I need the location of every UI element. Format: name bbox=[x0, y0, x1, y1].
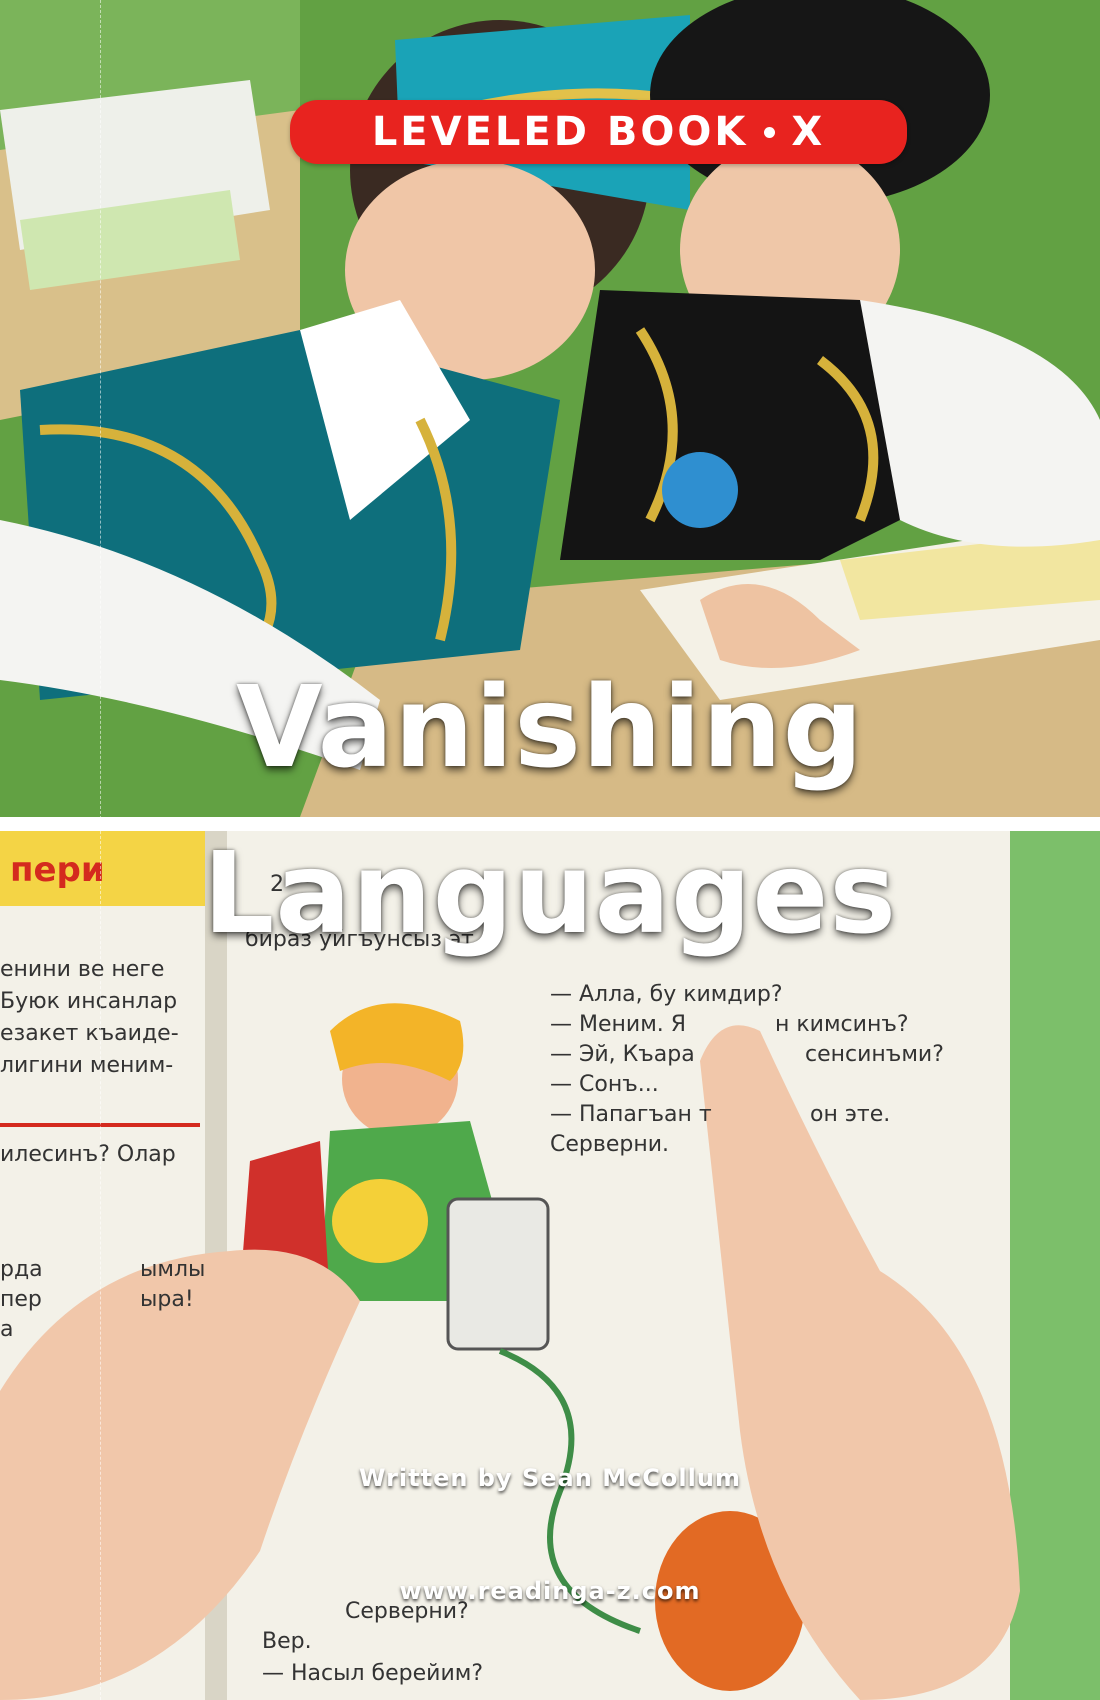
bottom-page-line: — Насыл берейим? bbox=[262, 1661, 483, 1686]
left-page-line: рда bbox=[0, 1257, 43, 1282]
book-cover: пери енини ве неге Буюк инсанлар езакет … bbox=[0, 0, 1100, 1700]
dialogue-line: — Эй, Къара bbox=[550, 1042, 695, 1067]
bottom-page-line: Вер. bbox=[262, 1629, 312, 1654]
dialogue-line: — Алла, бу кимдир? bbox=[550, 982, 783, 1007]
textbook-text-layer: пери енини ве неге Буюк инсанлар езакет … bbox=[0, 850, 944, 1686]
dialogue-line: н кимсинъ? bbox=[775, 1012, 909, 1037]
left-page-line: енини ве неге bbox=[0, 957, 164, 982]
author-credit: Written by Sean McCollum bbox=[359, 1464, 741, 1492]
banner-bullet-icon bbox=[764, 126, 776, 138]
left-page-line: ыра! bbox=[140, 1287, 194, 1312]
left-page-line: Буюк инсанлар bbox=[0, 989, 177, 1014]
cover-photo-open-textbook: пери енини ве неге Буюк инсанлар езакет … bbox=[0, 831, 1100, 1700]
book-title-line-2: Languages bbox=[203, 829, 897, 959]
left-page-line: лигини меним- bbox=[0, 1053, 173, 1078]
left-page-line: езакет къаиде- bbox=[0, 1021, 179, 1046]
dialogue-line: Серверни. bbox=[550, 1132, 669, 1157]
left-page-line: а bbox=[0, 1317, 13, 1342]
website-url: www.readinga-z.com bbox=[399, 1577, 701, 1605]
book-title-line-1: Vanishing bbox=[236, 663, 864, 793]
dialogue-line: — Сонъ... bbox=[550, 1072, 659, 1097]
banner-level-label: X bbox=[791, 109, 826, 155]
dialogue-line: он эте. bbox=[810, 1102, 890, 1127]
dialogue-line: сенсинъми? bbox=[805, 1042, 944, 1067]
left-page-line: ымлы bbox=[140, 1257, 205, 1282]
dialogue-line: — Папагъан т bbox=[550, 1102, 712, 1127]
left-page-line: илесинъ? Олар bbox=[0, 1142, 176, 1167]
leveled-book-banner: LEVELED BOOK X bbox=[290, 100, 907, 164]
left-page-line: пер bbox=[0, 1287, 42, 1312]
dialogue-line: — Меним. Я bbox=[550, 1012, 686, 1037]
banner-series-label: LEVELED BOOK bbox=[371, 109, 749, 155]
